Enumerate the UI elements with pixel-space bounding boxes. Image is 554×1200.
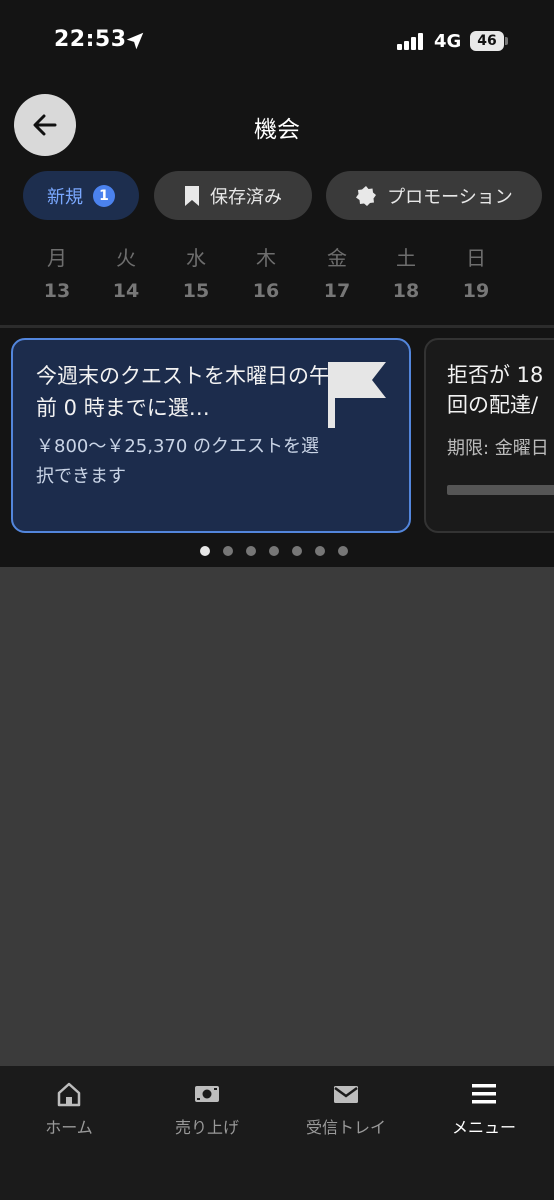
nav-home-label: ホーム [45, 1118, 93, 1137]
day-name: 水 [186, 246, 206, 270]
day-thursday[interactable]: 木 16 [232, 244, 300, 310]
filter-saved-label: 保存済み [210, 186, 282, 208]
quest-card[interactable]: 今週末のクエストを木曜日の午前 0 時までに選… ￥800～￥25,370 のク… [11, 338, 411, 533]
filter-chip-promotion[interactable]: プロモーション [326, 171, 542, 220]
nav-menu-label: メニュー [451, 1118, 516, 1137]
quest-card-title: 今週末のクエストを木曜日の午前 0 時までに選… [36, 364, 330, 420]
day-date: 16 [252, 280, 280, 302]
bookmark-icon [185, 185, 199, 206]
day-name: 土 [396, 246, 416, 270]
battery-icon: 46 [470, 31, 504, 51]
opportunities-screen: 22:53 4G 46 機会 新規 1 保存済み プロモーション 月 13 火 … [0, 0, 554, 1200]
nav-earnings[interactable]: 売り上げ [138, 1080, 276, 1140]
content-area [0, 567, 554, 1066]
carousel-dot[interactable] [269, 546, 279, 556]
day-date: 19 [462, 280, 490, 302]
carousel-dot[interactable] [223, 546, 233, 556]
day-friday[interactable]: 金 17 [303, 244, 371, 310]
day-date: 14 [112, 280, 140, 302]
day-name: 木 [256, 246, 276, 270]
flag-icon [328, 362, 386, 428]
filter-chip-saved[interactable]: 保存済み [154, 171, 312, 220]
nav-inbox[interactable]: 受信トレイ [277, 1080, 415, 1140]
filter-promo-label: プロモーション [387, 186, 513, 208]
carousel-dot[interactable] [246, 546, 256, 556]
day-date: 18 [392, 280, 420, 302]
day-date: 13 [43, 280, 71, 302]
page-title: 機会 [254, 117, 300, 143]
day-name: 金 [327, 246, 347, 270]
filter-new-count-badge: 1 [93, 184, 115, 207]
quest-card-subtitle: ￥800～￥25,370 のクエストを選択できます [36, 436, 320, 487]
filter-chip-new[interactable]: 新規 1 [23, 171, 139, 220]
bottom-nav: ホーム 売り上げ 受信トレイ メニュー [0, 1066, 554, 1200]
earnings-icon [195, 1086, 219, 1102]
day-saturday[interactable]: 土 18 [372, 244, 440, 310]
carousel-dot[interactable] [338, 546, 348, 556]
week-strip: 月 13 火 14 水 15 木 16 金 17 土 18 日 19 [23, 244, 513, 314]
network-type: 4G [434, 31, 462, 52]
filter-new-label: 新規 [47, 186, 83, 208]
location-arrow-icon [126, 32, 144, 50]
day-name: 火 [116, 246, 136, 270]
day-sunday[interactable]: 日 19 [442, 244, 510, 310]
day-date: 17 [323, 280, 351, 302]
battery-tip [505, 37, 508, 45]
next-card-title: 拒否が 18 回の配達/ [447, 360, 554, 420]
next-card-title-line1: 拒否が 18 [447, 363, 544, 387]
inbox-icon [334, 1086, 358, 1103]
status-time: 22:53 [54, 27, 127, 52]
next-opportunity-card[interactable]: 拒否が 18 回の配達/ 期限: 金曜日 [424, 338, 554, 533]
carousel-dot[interactable] [315, 546, 325, 556]
day-name: 日 [466, 246, 486, 270]
carousel-dot[interactable] [200, 546, 210, 556]
carousel-dot[interactable] [292, 546, 302, 556]
next-card-deadline: 期限: 金曜日 [447, 438, 549, 459]
carousel-pagination [200, 546, 360, 556]
nav-inbox-label: 受信トレイ [305, 1118, 386, 1137]
divider [0, 325, 554, 328]
day-date: 15 [182, 280, 210, 302]
cellular-signal-icon [397, 32, 427, 50]
nav-home[interactable]: ホーム [0, 1080, 138, 1140]
nav-menu[interactable]: メニュー [415, 1080, 553, 1140]
home-icon [57, 1082, 81, 1107]
day-tuesday[interactable]: 火 14 [92, 244, 160, 310]
day-name: 月 [47, 246, 67, 270]
menu-icon [472, 1084, 496, 1104]
day-monday[interactable]: 月 13 [23, 244, 91, 310]
status-bar: 22:53 4G 46 [0, 0, 554, 80]
promotion-badge-icon [356, 185, 377, 206]
nav-earnings-label: 売り上げ [174, 1118, 239, 1137]
next-card-progress-bar [447, 485, 554, 495]
day-wednesday[interactable]: 水 15 [162, 244, 230, 310]
next-card-title-line2: 回の配達/ [447, 393, 539, 417]
